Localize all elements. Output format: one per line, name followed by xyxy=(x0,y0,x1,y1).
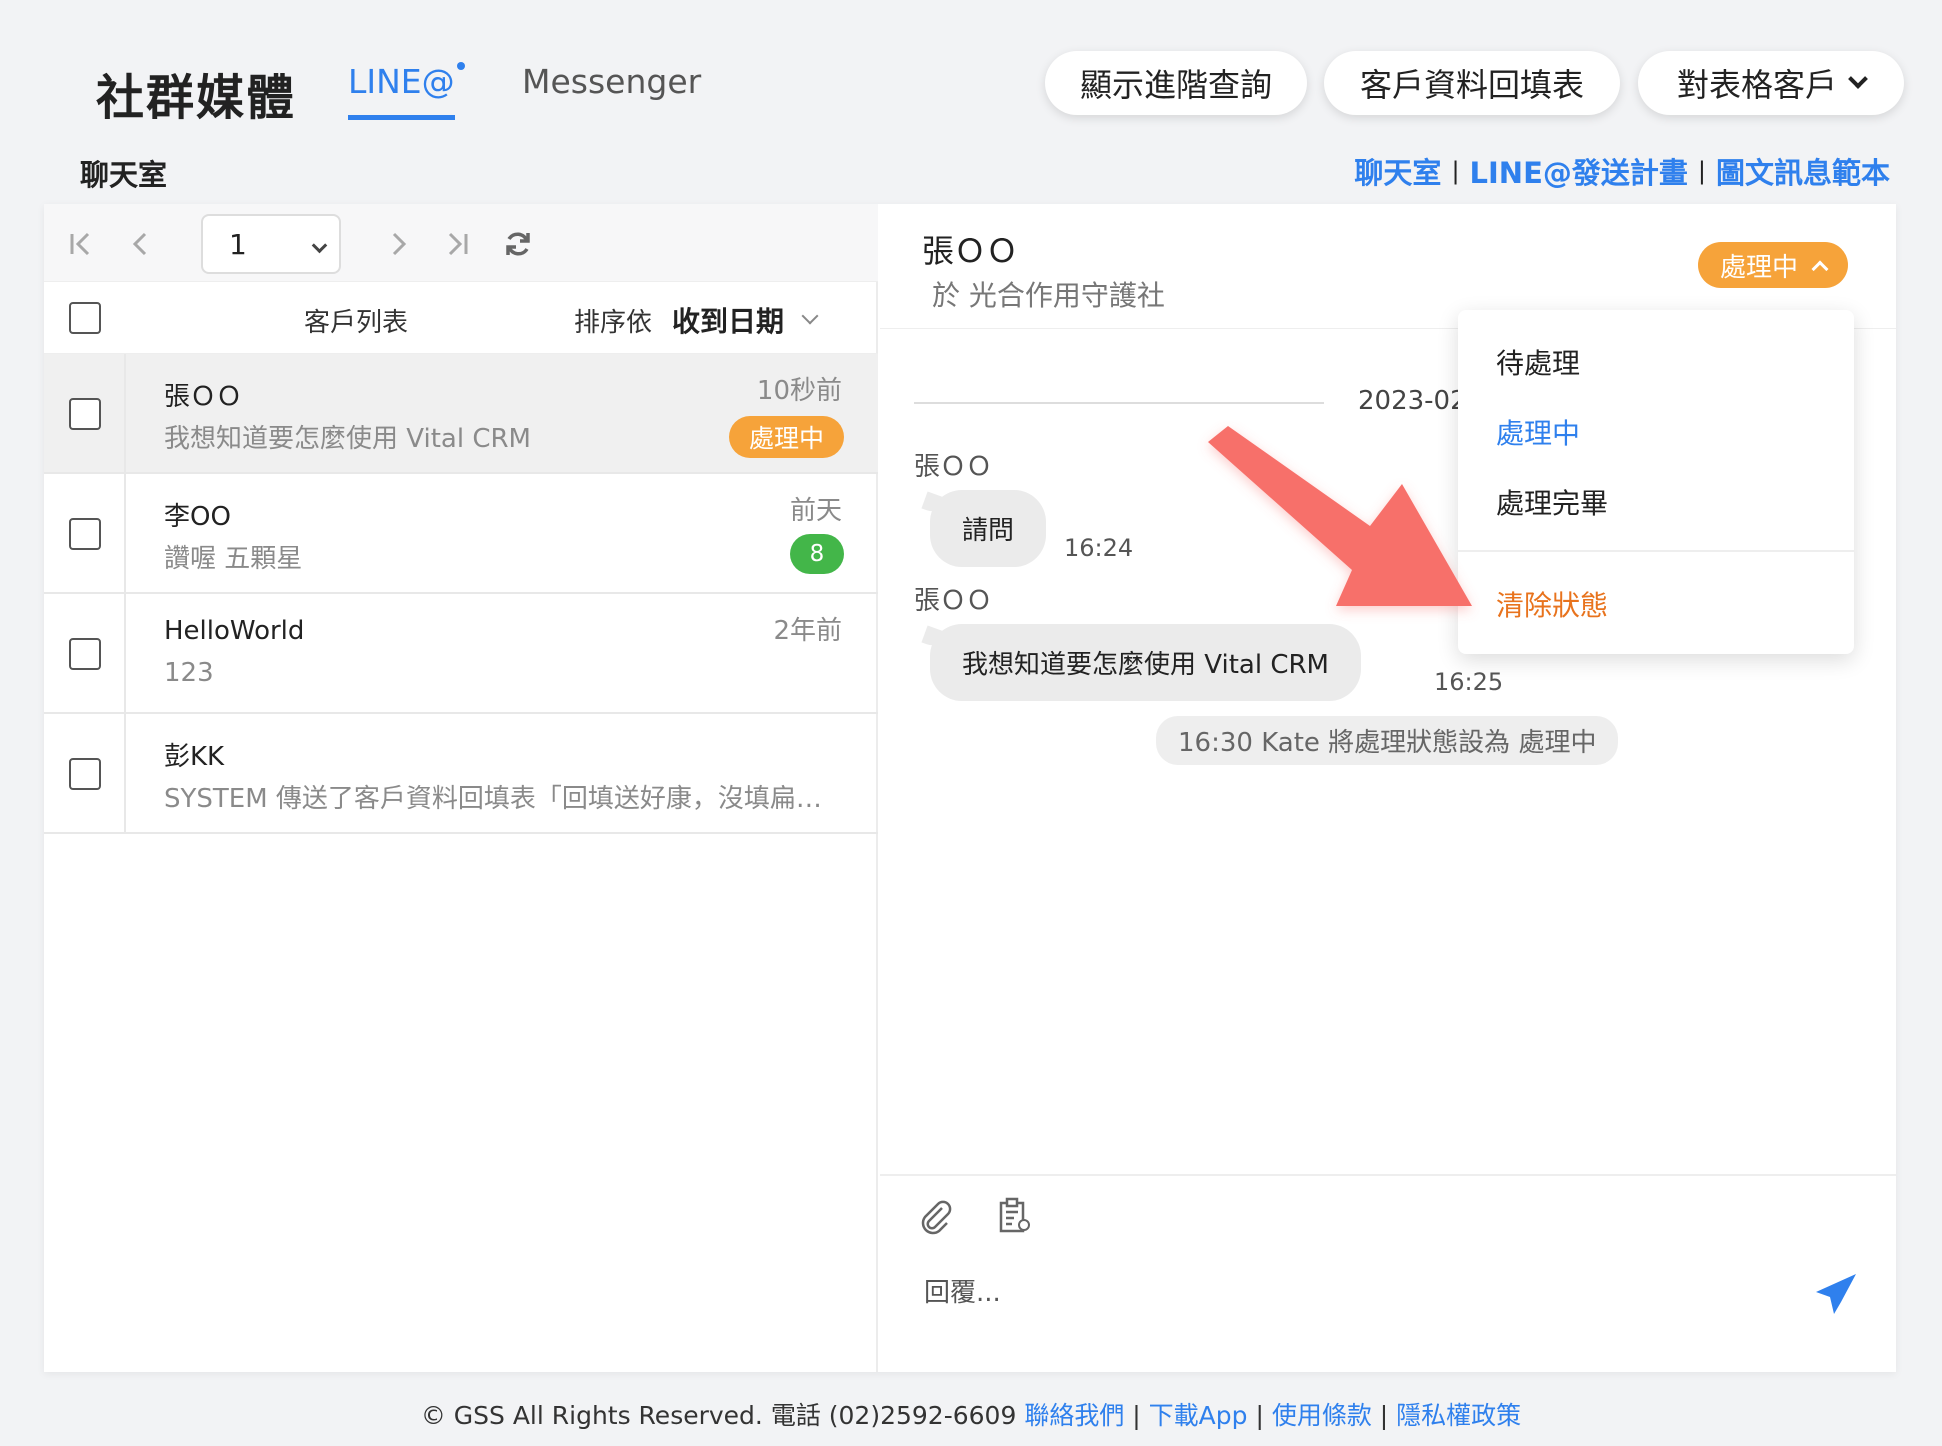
status-option-processing[interactable]: 處理中 xyxy=(1496,412,1580,452)
last-message: 123 xyxy=(164,658,214,688)
link-separator: | xyxy=(1697,157,1706,185)
link-chatroom[interactable]: 聊天室 xyxy=(1354,150,1441,192)
status-option-pending[interactable]: 待處理 xyxy=(1496,342,1580,382)
message-time: 16:25 xyxy=(1434,668,1504,696)
list-item[interactable]: HelloWorld 123 2年前 xyxy=(44,594,878,714)
first-page-icon[interactable] xyxy=(68,232,94,256)
customer-name: 李OO xyxy=(164,502,231,532)
footer-separator: | xyxy=(1132,1401,1149,1430)
row-checkbox[interactable] xyxy=(69,398,101,430)
tab-messenger[interactable]: Messenger xyxy=(522,62,701,101)
footer-separator: | xyxy=(1379,1401,1397,1430)
prev-page-icon[interactable] xyxy=(130,232,150,256)
table-customers-dropdown[interactable]: 對表格客戶 xyxy=(1638,51,1904,115)
composer xyxy=(880,1174,1896,1372)
clipboard-form-icon[interactable] xyxy=(994,1196,1034,1236)
footer-link-privacy[interactable]: 隱私權政策 xyxy=(1396,1401,1521,1430)
checkbox-cell xyxy=(44,474,126,592)
customer-list-panel: 1 客戶列表 排序依 收到日期 張ＯＯ 我想知道要怎麼使用 Vital CRM … xyxy=(44,204,878,1372)
footer-link-download[interactable]: 下載App xyxy=(1149,1401,1248,1430)
annotation-arrow-icon xyxy=(1208,426,1472,606)
message-bubble: 請問 xyxy=(930,490,1047,567)
chevron-up-icon xyxy=(1811,260,1829,278)
status-dropdown-button[interactable]: 處理中 xyxy=(1698,242,1849,288)
sort-label: 排序依 xyxy=(574,307,653,338)
sort-value: 收到日期 xyxy=(672,305,785,338)
app-title: 社群媒體 xyxy=(96,70,297,126)
clear-status-option[interactable]: 清除狀態 xyxy=(1496,584,1608,624)
list-item[interactable]: 張ＯＯ 我想知道要怎麼使用 Vital CRM 10秒前 處理中 xyxy=(44,354,878,474)
message-time: 前天 xyxy=(789,496,842,526)
menu-divider xyxy=(1458,550,1854,552)
select-all-checkbox[interactable] xyxy=(69,302,101,334)
page-select[interactable]: 1 xyxy=(201,214,341,274)
message-sender: 張ＯＯ xyxy=(914,452,993,482)
link-separator: | xyxy=(1451,157,1460,185)
status-label: 處理中 xyxy=(1720,252,1799,283)
checkbox-cell xyxy=(44,354,126,472)
date-divider xyxy=(914,402,1324,404)
last-message: 讚喔 五顆星 xyxy=(164,544,303,574)
footer: © GSS All Rights Reserved. 電話 (02)2592-6… xyxy=(0,1396,1942,1432)
next-page-icon[interactable] xyxy=(389,232,409,256)
customer-form-button[interactable]: 客戶資料回填表 xyxy=(1324,51,1620,115)
reply-input[interactable] xyxy=(924,1268,1764,1318)
contact-org: 於 光合作用守護社 xyxy=(932,279,1165,312)
status-menu: 待處理 處理中 處理完畢 清除狀態 xyxy=(1458,310,1854,654)
sort-control[interactable]: 排序依 收到日期 xyxy=(574,300,819,340)
system-note: 16:30 Kate 將處理狀態設為 處理中 xyxy=(1156,716,1619,765)
message-time: 10秒前 xyxy=(756,376,842,406)
attachment-icon[interactable] xyxy=(916,1196,956,1236)
top-links: 聊天室 | LINE@發送計畫 | 圖文訊息範本 xyxy=(1354,150,1890,192)
list-title: 客戶列表 xyxy=(304,308,409,338)
checkbox-cell xyxy=(44,714,126,832)
link-line-plan[interactable]: LINE@發送計畫 xyxy=(1470,150,1688,192)
row-checkbox[interactable] xyxy=(69,758,101,790)
chevron-down-icon xyxy=(1848,69,1868,89)
message-bubble: 我想知道要怎麼使用 Vital CRM xyxy=(930,624,1361,701)
list-item[interactable]: 彭KK SYSTEM 傳送了客戶資料回填表「回填送好康，沒填扁… xyxy=(44,714,878,834)
checkbox-cell xyxy=(44,594,126,712)
list-item[interactable]: 李OO 讚喔 五顆星 前天 8 xyxy=(44,474,878,594)
message-time: 16:24 xyxy=(1064,534,1134,562)
page-number: 1 xyxy=(229,228,247,261)
send-icon[interactable] xyxy=(1814,1272,1858,1316)
table-customers-label: 對表格客戶 xyxy=(1676,66,1837,104)
notification-dot xyxy=(456,62,465,70)
tab-line-label: LINE@ xyxy=(348,62,455,101)
customer-name: 彭KK xyxy=(164,742,225,772)
unread-badge: 8 xyxy=(790,534,844,574)
tab-line[interactable]: LINE@ xyxy=(348,62,465,120)
status-badge: 處理中 xyxy=(728,416,844,458)
last-page-icon[interactable] xyxy=(444,232,470,256)
status-option-done[interactable]: 處理完畢 xyxy=(1496,482,1608,522)
chevron-down-icon xyxy=(801,307,819,325)
pager: 1 xyxy=(44,204,878,282)
customer-name: 張ＯＯ xyxy=(164,382,243,412)
chevron-down-icon xyxy=(311,237,328,254)
customer-name: HelloWorld xyxy=(164,616,305,646)
message-time: 2年前 xyxy=(773,616,842,646)
list-header: 客戶列表 排序依 收到日期 xyxy=(44,282,878,354)
refresh-icon[interactable] xyxy=(504,230,532,258)
section-title: 聊天室 xyxy=(80,158,168,192)
row-checkbox[interactable] xyxy=(69,518,101,550)
message-sender: 張ＯＯ xyxy=(914,586,993,616)
contact-name: 張ＯＯ xyxy=(922,232,1019,270)
advanced-search-button[interactable]: 顯示進階查詢 xyxy=(1045,51,1307,115)
footer-link-terms[interactable]: 使用條款 xyxy=(1272,1401,1372,1430)
row-checkbox[interactable] xyxy=(69,638,101,670)
last-message: SYSTEM 傳送了客戶資料回填表「回填送好康，沒填扁… xyxy=(164,784,822,814)
footer-separator: | xyxy=(1255,1401,1272,1430)
copyright: © GSS All Rights Reserved. 電話 (02)2592-6… xyxy=(420,1401,1017,1430)
link-template[interactable]: 圖文訊息範本 xyxy=(1716,150,1890,192)
footer-link-contact[interactable]: 聯絡我們 xyxy=(1024,1401,1124,1430)
